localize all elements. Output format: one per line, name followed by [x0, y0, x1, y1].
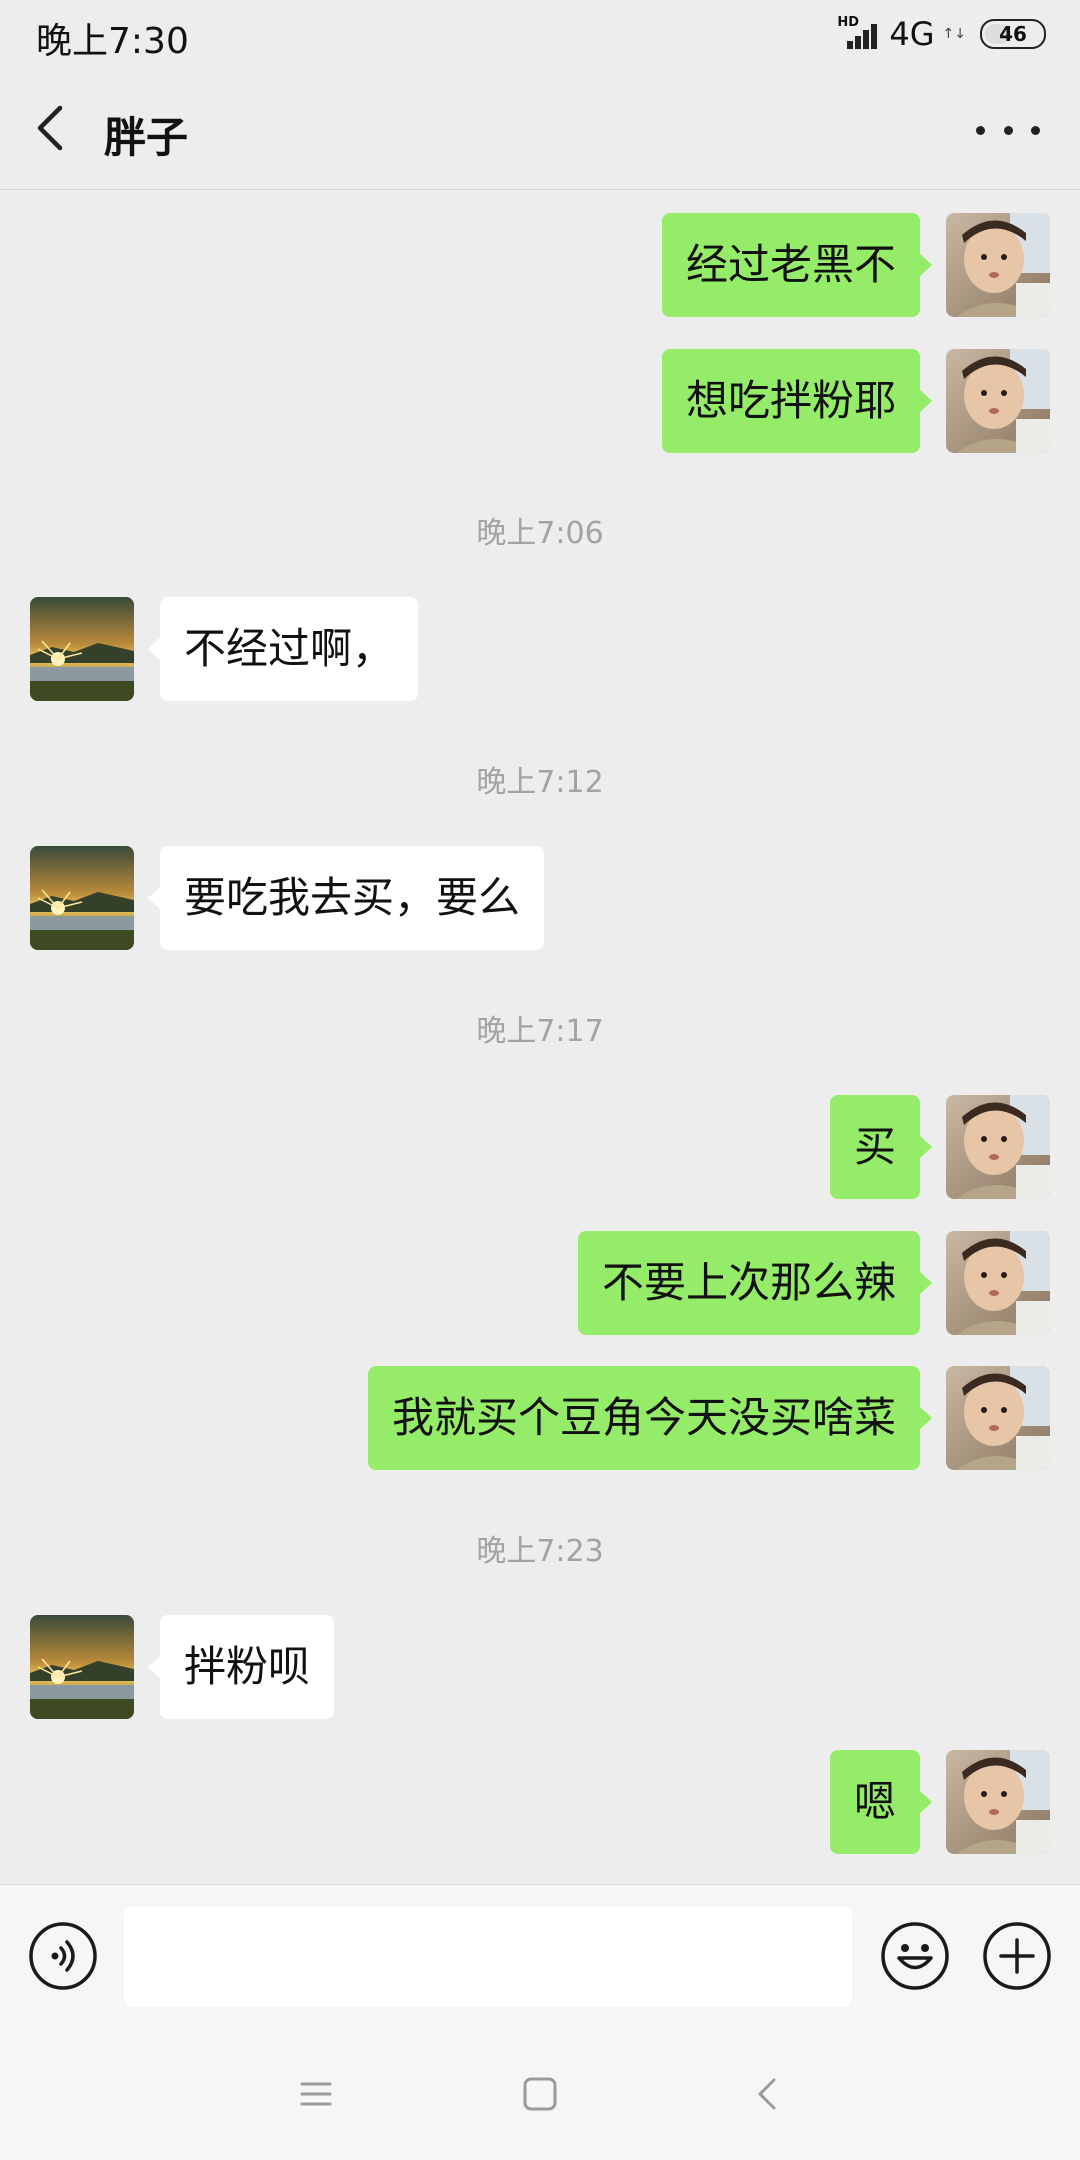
hd-label: HD [837, 15, 860, 30]
voice-button[interactable] [28, 1921, 98, 1991]
timestamp: 晚上7:17 [476, 1014, 604, 1049]
message-row: 拌粉呗 [0, 1615, 1080, 1719]
signal-icon: HD [837, 15, 881, 51]
avatar[interactable] [30, 846, 134, 950]
message-row: 不经过啊， [0, 597, 1080, 701]
message-bubble-sent[interactable]: 不要上次那么辣 [577, 1231, 933, 1335]
home-icon [523, 2077, 557, 2111]
more-button[interactable] [976, 108, 1040, 152]
system-nav-bar [0, 2030, 1080, 2160]
message-row: 我就买个豆角今天没买啥菜 [0, 1366, 1080, 1470]
message-row: 经过老黑不 [0, 213, 1080, 317]
network-activity-icon: ↑↓ [942, 26, 966, 42]
voice-icon [29, 1922, 97, 1990]
message-row: 要吃我去买，要么 [0, 846, 1080, 950]
chat-header: 胖子 [0, 68, 1080, 190]
network-type: 4G [889, 15, 935, 53]
emoji-button[interactable] [880, 1921, 950, 1991]
more-dots-icon [976, 125, 985, 135]
back-icon [758, 2078, 776, 2110]
message-bubble-sent[interactable]: 买 [829, 1095, 933, 1199]
message-bubble-received[interactable]: 不经过啊， [147, 597, 419, 701]
status-icons: HD 4G ↑↓ 46 [837, 14, 1046, 54]
plus-icon [983, 1922, 1051, 1990]
nav-menu-button[interactable] [296, 2074, 336, 2114]
input-bar [0, 1884, 1080, 2030]
message-input[interactable] [124, 1907, 852, 2007]
chat-title: 胖子 [104, 113, 189, 162]
timestamp: 晚上7:12 [476, 765, 604, 800]
avatar[interactable] [946, 1231, 1050, 1335]
avatar[interactable] [946, 1750, 1050, 1854]
nav-back-button[interactable] [748, 2074, 788, 2114]
timestamp: 晚上7:23 [476, 1534, 604, 1569]
message-bubble-sent[interactable]: 经过老黑不 [661, 213, 933, 317]
battery-level: 46 [999, 22, 1027, 46]
back-button[interactable] [26, 96, 78, 160]
message-row: 买 [0, 1095, 1080, 1199]
timestamp: 晚上7:06 [476, 516, 604, 551]
message-bubble-sent[interactable]: 嗯 [829, 1750, 933, 1854]
message-row: 不要上次那么辣 [0, 1231, 1080, 1335]
nav-home-button[interactable] [520, 2074, 560, 2114]
more-functions-button[interactable] [982, 1921, 1052, 1991]
message-bubble-received[interactable]: 要吃我去买，要么 [147, 846, 545, 950]
menu-icon [300, 2082, 332, 2106]
message-bubble-received[interactable]: 拌粉呗 [147, 1615, 335, 1719]
emoji-icon [881, 1922, 949, 1990]
message-row: 想吃拌粉耶 [0, 349, 1080, 453]
status-time: 晚上7:30 [36, 21, 189, 62]
avatar[interactable] [946, 1095, 1050, 1199]
battery-icon: 46 [980, 19, 1046, 49]
chevron-left-icon [37, 105, 63, 151]
message-row: 嗯 [0, 1750, 1080, 1854]
avatar[interactable] [946, 213, 1050, 317]
avatar[interactable] [30, 597, 134, 701]
status-bar: 晚上7:30 HD 4G ↑↓ 46 [0, 0, 1080, 68]
avatar[interactable] [946, 349, 1050, 453]
message-bubble-sent[interactable]: 想吃拌粉耶 [661, 349, 933, 453]
message-bubble-sent[interactable]: 我就买个豆角今天没买啥菜 [367, 1366, 933, 1470]
avatar[interactable] [946, 1366, 1050, 1470]
avatar[interactable] [30, 1615, 134, 1719]
